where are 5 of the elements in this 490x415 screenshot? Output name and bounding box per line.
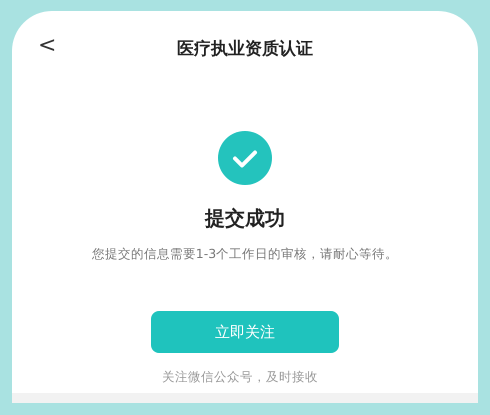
result-message: 您提交的信息需要1-3个工作日的审核，请耐心等待。 [92,246,398,263]
page-title: 医疗执业资质认证 [177,38,313,60]
footer-note: 关注微信公众号，及时接收 [162,369,318,386]
result-title: 提交成功 [205,205,285,232]
back-button[interactable]: < [34,33,60,59]
